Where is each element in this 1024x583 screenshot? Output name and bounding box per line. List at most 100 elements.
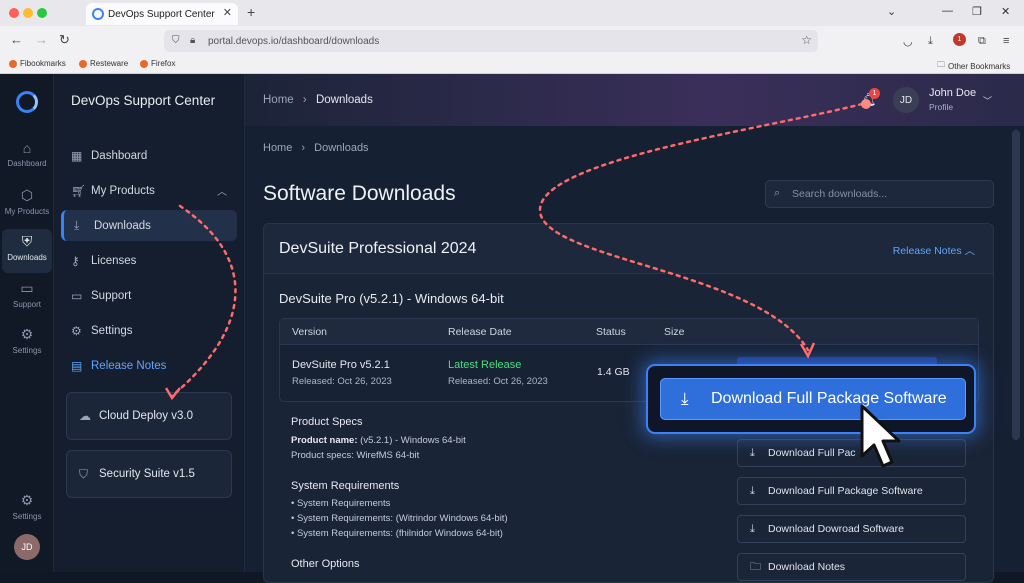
grid-icon: ▦ bbox=[71, 148, 83, 163]
bookmark-label[interactable]: Firefox bbox=[151, 59, 175, 68]
product-card-cloud-deploy[interactable]: ☁ Cloud Deploy v3.0 bbox=[66, 392, 232, 440]
chevron-up-icon[interactable]: ︿ bbox=[217, 183, 227, 198]
reload-icon[interactable]: ↻ bbox=[59, 32, 70, 48]
browser-tab[interactable]: DevOps Support Center ✕ bbox=[86, 3, 238, 25]
extensions-puzzle-icon[interactable]: ⧉ bbox=[978, 35, 986, 48]
product-card-security-suite[interactable]: ⛉ Security Suite v1.5 bbox=[66, 450, 232, 498]
download-full-package-button[interactable]: ⤓ Download Full Package Software bbox=[737, 477, 966, 505]
sidebar-item-downloads[interactable]: ⤓ Downloads bbox=[61, 210, 237, 241]
download-icon: ⤓ bbox=[74, 218, 80, 232]
release-notes-toggle[interactable]: Release Notes ︿ bbox=[893, 243, 975, 258]
sidebar-item-release-notes[interactable]: ▤ Release Notes bbox=[61, 350, 237, 381]
bookmark-label[interactable]: Fibookmarks bbox=[20, 59, 66, 68]
release-notes-label[interactable]: Release Notes bbox=[893, 245, 962, 257]
window-minimize-icon[interactable]: — bbox=[942, 5, 953, 17]
rail-item-my-products[interactable]: ⬡ My Products bbox=[2, 183, 52, 227]
sidebar-item-dashboard[interactable]: ▦ Dashboard bbox=[61, 140, 237, 171]
table-cell-version: DevSuite Pro v5.2.1 bbox=[292, 359, 390, 371]
sidebar-title: DevOps Support Center bbox=[71, 93, 216, 108]
table-cell-version-date: Released: Oct 26, 2023 bbox=[292, 376, 392, 387]
download-notes-button[interactable]: 🗀 Download Notes bbox=[737, 553, 966, 581]
tracking-shield-icon[interactable]: ⛉ bbox=[172, 35, 180, 46]
breadcrumb-current: Downloads bbox=[314, 142, 369, 154]
user-avatar[interactable]: JD bbox=[893, 87, 919, 113]
logo-icon[interactable] bbox=[16, 91, 38, 113]
specs-heading: Product Specs bbox=[291, 416, 363, 428]
chevron-up-icon[interactable]: ︿ bbox=[965, 245, 976, 257]
rail-item-downloads[interactable]: ⛨ Downloads bbox=[2, 229, 52, 273]
folder-icon: 🗀 bbox=[937, 60, 945, 69]
breadcrumb-separator: › bbox=[301, 142, 306, 154]
bookmark-label[interactable]: Resteware bbox=[90, 59, 128, 68]
bookmark-star-icon[interactable]: ☆ bbox=[801, 33, 812, 47]
user-profile-label[interactable]: Profile bbox=[929, 102, 953, 112]
forward-icon[interactable]: → bbox=[35, 32, 48, 47]
download-full-package-primary-button[interactable]: ⤓ Download Full Package Software bbox=[660, 378, 966, 420]
back-icon[interactable]: ← bbox=[10, 32, 23, 47]
requirements-heading: System Requirements bbox=[291, 480, 400, 492]
search-box[interactable]: ⌕ Search downloads... bbox=[765, 180, 994, 208]
download-icon: ⤓ bbox=[750, 522, 755, 535]
other-bookmarks[interactable]: 🗀 Other Bookmarks bbox=[937, 59, 1010, 73]
address-bar[interactable]: ⛉ 🔒︎ portal.devops.io/dashboard/download… bbox=[164, 30, 818, 52]
tab-strip: DevOps Support Center ✕ + ⌄ — ❐ ✕ bbox=[0, 0, 1024, 26]
main-content: Home › Downloads Software Downloads ⌕ Se… bbox=[245, 126, 1024, 583]
bookmark-item[interactable]: Fibookmarks bbox=[9, 59, 66, 68]
column-header: Size bbox=[664, 326, 685, 338]
bookmarks-bar: Fibookmarks Resteware Firefox 🗀 Other Boo… bbox=[0, 56, 1024, 73]
user-name[interactable]: John Doe bbox=[929, 87, 976, 99]
button-label: Download Full Package Software bbox=[768, 485, 923, 497]
downloads-toolbar-icon[interactable]: ⤓ bbox=[928, 35, 933, 48]
sidebar-item-support[interactable]: ▭ Support bbox=[61, 280, 237, 311]
bookmark-item[interactable]: Firefox bbox=[140, 59, 175, 68]
product-subtitle: DevSuite Pro (v5.2.1) - Windows 64-bit bbox=[279, 291, 504, 306]
primary-button-label: Download Full Package Software bbox=[711, 390, 947, 407]
notification-badge: 1 bbox=[869, 88, 880, 99]
url-text[interactable]: portal.devops.io/dashboard/downloads bbox=[208, 36, 379, 47]
download-software-button[interactable]: ⤓ Download Dowroad Software bbox=[737, 515, 966, 543]
extension-icon[interactable]: 1 bbox=[953, 33, 966, 46]
breadcrumb-home[interactable]: Home bbox=[263, 142, 292, 154]
lock-icon[interactable]: 🔒︎ bbox=[190, 35, 195, 46]
sidebar-item-label: Downloads bbox=[94, 219, 151, 232]
sidebar-item-my-products[interactable]: 🛒︎ My Products ︿ bbox=[61, 175, 237, 206]
close-window-button[interactable] bbox=[9, 8, 19, 18]
tab-list-chevron-icon[interactable]: ⌄ bbox=[887, 5, 896, 18]
breadcrumb-separator: › bbox=[302, 94, 307, 106]
chevron-down-icon[interactable]: ﹀ bbox=[983, 94, 992, 107]
rail-item-dashboard[interactable]: ⌂ Dashboard bbox=[2, 136, 52, 180]
menu-icon[interactable]: ≡ bbox=[1003, 35, 1009, 47]
sidebar-item-settings[interactable]: ⚙ Settings bbox=[61, 315, 237, 346]
rail-item-support[interactable]: ▭ Support bbox=[2, 276, 52, 320]
breadcrumb-home[interactable]: Home bbox=[263, 94, 294, 106]
sidebar-item-licenses[interactable]: ⚷ Licenses bbox=[61, 245, 237, 276]
maximize-window-button[interactable] bbox=[37, 8, 47, 18]
button-label: Download Dowroad Software bbox=[768, 523, 904, 535]
specs-line: Product name: (v5.2.1) - Windows 64-bit bbox=[291, 435, 466, 446]
gear-icon: ⚙ bbox=[20, 492, 34, 508]
sidebar-item-label: Licenses bbox=[91, 254, 137, 267]
close-tab-icon[interactable]: ✕ bbox=[223, 6, 232, 19]
page-breadcrumb: Home › Downloads bbox=[263, 142, 369, 154]
bookmark-item[interactable]: Resteware bbox=[79, 59, 128, 68]
new-tab-button[interactable]: + bbox=[247, 4, 255, 20]
rail-item-bottom-settings[interactable]: ⚙ Settings bbox=[2, 488, 52, 532]
pocket-icon[interactable]: ◡ bbox=[903, 35, 913, 48]
other-bookmarks-label[interactable]: Other Bookmarks bbox=[948, 62, 1010, 71]
rail-item-settings[interactable]: ⚙ Settings bbox=[2, 322, 52, 366]
button-label: Download Notes bbox=[768, 561, 846, 573]
specs-name-value: (v5.2.1) - Windows 64-bit bbox=[357, 435, 466, 446]
bookmark-favicon-icon bbox=[9, 59, 17, 68]
window-close-icon[interactable]: ✕ bbox=[1001, 5, 1010, 18]
avatar[interactable]: JD bbox=[14, 534, 40, 560]
cloud-icon: ☁ bbox=[79, 409, 91, 423]
breadcrumb-current: Downloads bbox=[315, 94, 373, 106]
minimize-window-button[interactable] bbox=[23, 8, 33, 18]
requirements-line: • System Requirements: (Witrindor Window… bbox=[291, 513, 508, 524]
download-full-button[interactable]: ⤓ Download Full Pac bbox=[737, 439, 966, 467]
window-restore-icon[interactable]: ❐ bbox=[972, 5, 982, 18]
search-input[interactable]: Search downloads... bbox=[792, 188, 887, 200]
page-scrollbar[interactable] bbox=[1012, 130, 1020, 440]
primary-download-highlight: ⤓ Download Full Package Software bbox=[646, 364, 976, 434]
rail-label: My Products bbox=[4, 207, 50, 216]
